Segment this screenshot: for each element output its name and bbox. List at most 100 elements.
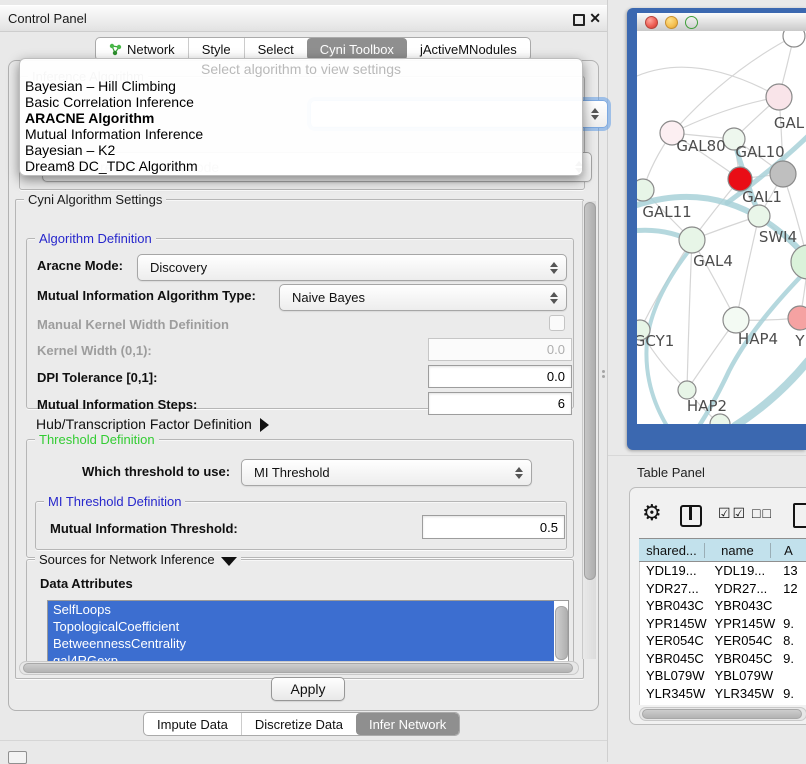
column-header[interactable]: A	[771, 543, 806, 558]
table-cell: 13	[777, 563, 806, 578]
attribute-item[interactable]: TopologicalCoefficient	[48, 618, 554, 635]
network-edge[interactable]	[687, 240, 692, 390]
node-label: Y	[794, 332, 805, 350]
table-row[interactable]: YDL19...YDL19...13	[640, 562, 806, 580]
table-cell: YBR045C	[709, 651, 778, 666]
table-cell: YBR043C	[640, 598, 709, 613]
algorithm-option[interactable]: Bayesian – K2	[20, 142, 582, 158]
close-traffic-light-icon[interactable]	[645, 16, 658, 29]
minimize-traffic-light-icon[interactable]	[665, 16, 678, 29]
algorithm-option[interactable]: Mutual Information Inference	[20, 126, 582, 142]
table-cell: 8.	[777, 633, 806, 648]
mi-threshold-field[interactable]: 0.5	[422, 515, 565, 539]
tab-select[interactable]: Select	[244, 38, 307, 60]
column-header[interactable]: name	[705, 543, 771, 558]
kernel-width-label: Kernel Width (0,1):	[37, 343, 152, 358]
which-threshold-combobox[interactable]: MI Threshold	[241, 459, 532, 486]
table-icon[interactable]	[793, 503, 806, 528]
network-node-gal[interactable]	[766, 84, 792, 110]
tab-label: Infer Network	[369, 717, 446, 732]
table-row[interactable]: YBR045CYBR045C9.	[640, 650, 806, 668]
table-cell: 9.	[777, 686, 806, 701]
network-node-swi4[interactable]	[748, 205, 770, 227]
data-attributes-list[interactable]: SelfLoopsTopologicalCoefficientBetweenne…	[47, 600, 569, 670]
network-node-gal11[interactable]	[637, 179, 654, 201]
gear-icon[interactable]: ⚙	[642, 500, 662, 526]
aracne-mode-combobox[interactable]: Discovery	[137, 254, 567, 281]
settings-horizontal-scrollbar[interactable]	[19, 661, 579, 675]
network-icon	[109, 43, 122, 56]
table-horizontal-scrollbar[interactable]	[639, 707, 806, 721]
table-row[interactable]: YBR043CYBR043C	[640, 597, 806, 615]
node-label: GAL4	[693, 252, 733, 270]
mi-type-label: Mutual Information Algorithm Type:	[37, 288, 256, 303]
network-graph[interactable]: GALGAL80GAL10GAL1SWI4GAL11GAL4GCY1HAP4YH…	[637, 31, 806, 424]
table-row[interactable]: YBL079WYBL079W	[640, 667, 806, 685]
column-header[interactable]: shared...	[639, 543, 705, 558]
algorithm-definition-group: Algorithm Definition Aracne Mode: Discov…	[26, 238, 574, 409]
algorithm-option[interactable]: Basic Correlation Inference	[20, 94, 582, 110]
table-row[interactable]: YLR345WYLR345W9.	[640, 685, 806, 703]
dpi-tolerance-field[interactable]: 0.0	[428, 365, 572, 388]
attribute-item[interactable]: SelfLoops	[48, 601, 554, 618]
table-cell: YER054C	[640, 633, 709, 648]
algorithm-option[interactable]: Dream8 DC_TDC Algorithm	[20, 158, 582, 174]
close-icon[interactable]: ✕	[589, 10, 601, 26]
table-row[interactable]: YDR27...YDR27...12	[640, 580, 806, 598]
sources-title: Sources for Network Inference	[35, 552, 241, 567]
mi-threshold-definition-title: MI Threshold Definition	[44, 494, 185, 509]
apply-button[interactable]: Apply	[271, 677, 345, 701]
cyni-mode-tabs: Impute DataDiscretize Data Infer Network	[143, 712, 460, 736]
table-header-row: shared...nameA	[639, 538, 806, 562]
table-row[interactable]: YIL052CYIL052C0	[640, 702, 806, 705]
tab-style[interactable]: Style	[188, 38, 244, 60]
network-window-titlebar[interactable]	[637, 13, 806, 32]
algorithm-option[interactable]: ARACNE Algorithm	[20, 110, 582, 126]
settings-vertical-scrollbar[interactable]	[582, 201, 596, 659]
tab-infer-network[interactable]: Infer Network	[356, 713, 459, 735]
attribute-item[interactable]: BetweennessCentrality	[48, 635, 554, 652]
hub-definition-expander[interactable]: Hub/Transcription Factor Definition	[36, 416, 269, 432]
network-node[interactable]	[710, 414, 730, 424]
aracne-mode-label: Aracne Mode:	[37, 258, 123, 273]
table-cell: YIL052C	[640, 703, 709, 705]
minimized-panel-icon[interactable]	[8, 751, 27, 764]
mi-algorithm-type-combobox[interactable]: Naive Bayes	[279, 284, 567, 311]
network-node[interactable]	[770, 161, 796, 187]
zoom-traffic-light-icon[interactable]	[685, 16, 698, 29]
tab-network[interactable]: Network	[96, 38, 188, 60]
kernel-width-field[interactable]: 0.0	[428, 338, 572, 361]
network-node[interactable]	[791, 245, 806, 279]
mi-threshold-definition-group: MI Threshold Definition Mutual Informati…	[35, 501, 567, 550]
network-node-gal4[interactable]	[679, 227, 705, 253]
network-edge[interactable]	[637, 67, 779, 97]
network-node[interactable]	[783, 31, 805, 47]
network-canvas[interactable]: GALGAL80GAL10GAL1SWI4GAL11GAL4GCY1HAP4YH…	[637, 31, 806, 424]
table-cell: YBL079W	[709, 668, 778, 683]
network-edge[interactable]	[735, 361, 806, 424]
tab-jactivemnodules[interactable]: jActiveMNodules	[407, 38, 530, 60]
network-node-y[interactable]	[788, 306, 806, 330]
panel-splitter-handle[interactable]	[602, 368, 606, 380]
tab-cyni-toolbox[interactable]: Cyni Toolbox	[307, 38, 407, 60]
table-row[interactable]: YER054CYER054C8.	[640, 632, 806, 650]
attributes-scrollbar[interactable]	[555, 604, 566, 664]
table-cell: 9.	[777, 651, 806, 666]
sources-group: Sources for Network Inference Data Attri…	[26, 559, 574, 668]
table-cell: YDR27...	[709, 581, 778, 596]
table-cell: 12	[777, 581, 806, 596]
table-row[interactable]: YPR145WYPR145W9.	[640, 615, 806, 633]
deselect-all-icon[interactable]: □□	[752, 505, 773, 521]
network-edge[interactable]	[736, 216, 759, 320]
split-columns-icon[interactable]	[680, 505, 702, 527]
expand-right-icon	[260, 418, 269, 432]
mi-steps-field[interactable]: 6	[428, 392, 572, 415]
float-window-icon[interactable]	[573, 14, 585, 26]
algorithm-option[interactable]: Bayesian – Hill Climbing	[20, 78, 582, 94]
manual-kernel-checkbox[interactable]	[549, 315, 565, 331]
node-label: GAL11	[642, 203, 691, 221]
control-panel: Control Panel ✕ NetworkStyleSelectCyni T…	[0, 0, 608, 762]
tab-impute-data[interactable]: Impute Data	[144, 713, 241, 735]
tab-discretize-data[interactable]: Discretize Data	[241, 713, 356, 735]
select-all-icon[interactable]: ☑☑	[718, 505, 747, 522]
